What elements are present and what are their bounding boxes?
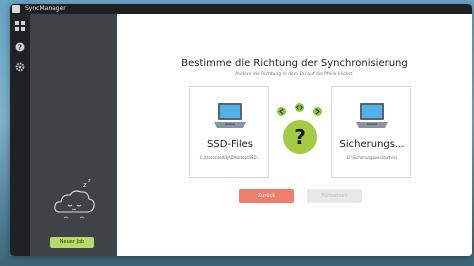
new-job-button[interactable]: Neuer Job [50,237,94,248]
back-button[interactable]: Zurück [239,189,294,203]
target-path: D:\Sicherungsverzeichnis [346,155,398,160]
icon-bar: ? [10,14,30,256]
svg-text:?: ? [18,44,22,52]
dashboard-icon[interactable] [14,20,26,32]
page-title: Bestimme die Richtung der Synchronisieru… [181,58,408,69]
sleeping-cloud-icon: z z [50,174,100,224]
svg-text:z: z [83,181,87,189]
target-name: Sicherungs... [339,139,405,150]
settings-icon[interactable] [14,61,26,73]
sidebar: z z Neuer Job [30,14,117,256]
source-card[interactable]: SSD-Files C:\Users\teddy\Desktop\SSD... [189,86,269,178]
source-name: SSD-Files [207,139,253,150]
svg-text:z: z [88,178,91,184]
app-window: SyncManager ? z z Neuer Job Bestimme die… [10,4,472,256]
title-bar: SyncManager [10,4,472,14]
laptop-icon [354,101,390,137]
continue-button[interactable]: Fortsetzen [307,189,362,203]
laptop-icon [212,101,248,137]
arrow-both-icon[interactable] [295,103,304,112]
arrow-right-icon[interactable] [313,107,322,116]
arrow-left-icon[interactable] [277,107,286,116]
source-path: C:\Users\teddy\Desktop\SSD... [199,155,261,160]
main-content: Bestimme die Richtung der Synchronisieru… [117,14,472,256]
page-subtitle: Ändere die Richtung in dem Du auf die Pf… [235,72,354,77]
syncmanager-app-icon [12,5,20,13]
target-card[interactable]: Sicherungs... D:\Sicherungsverzeichnis [331,86,411,178]
window-title: SyncManager [25,5,66,12]
help-icon[interactable]: ? [14,41,26,53]
direction-unknown-icon: ? [283,120,317,154]
